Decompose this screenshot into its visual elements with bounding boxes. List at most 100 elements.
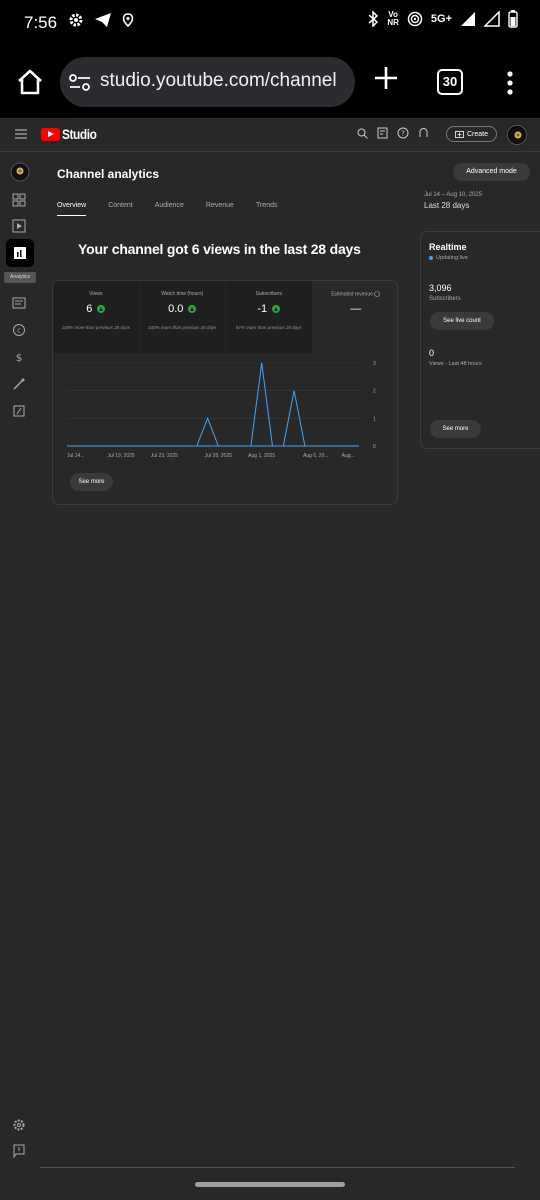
metric-tabs: Views 6 100% more than previous 28 days … (53, 281, 398, 353)
help-icon[interactable]: ? (397, 127, 409, 139)
gesture-nav-bar (0, 1167, 540, 1200)
hamburger-icon[interactable] (15, 128, 27, 140)
info-icon[interactable] (374, 291, 381, 297)
status-time: 7:56 (24, 13, 58, 32)
advanced-mode-button[interactable]: Advanced mode (453, 163, 530, 181)
search-icon[interactable] (357, 128, 368, 139)
status-bar: 7:56 Vo NR 5G+ (0, 0, 540, 46)
metric-estimated-revenue[interactable]: Estimated revenue — (312, 281, 398, 353)
chart-series-line (67, 362, 359, 447)
analytics-label: Analytics (4, 272, 36, 283)
home-gesture-handle[interactable] (195, 1182, 345, 1187)
copyright-icon[interactable]: c (11, 322, 27, 338)
realtime-title: Realtime (429, 242, 467, 252)
svg-text:c: c (17, 327, 21, 335)
chart-y-tick-label: 3 (373, 361, 376, 367)
analytics-icon (14, 247, 26, 259)
volte-indicator: Vo NR (387, 10, 399, 27)
tab-switcher-button[interactable]: 30 (437, 69, 463, 95)
trend-up-icon (97, 305, 106, 313)
tab-revenue[interactable]: Revenue (206, 202, 234, 216)
metric-value: — (350, 303, 362, 315)
metric-value: 0.0 (168, 303, 184, 315)
home-icon[interactable] (14, 66, 46, 98)
chart-y-tick-label: 1 (373, 416, 376, 422)
notifications-icon[interactable] (418, 127, 429, 139)
create-button[interactable]: Create (446, 126, 497, 142)
studio-header: Studio ? Create (0, 118, 540, 152)
chart-x-tick-label: Aug... (342, 453, 355, 459)
analytics-nav-item[interactable] (6, 239, 34, 267)
analytics-main: Channel analytics Advanced mode Jul 14 –… (40, 152, 540, 1170)
content-icon[interactable] (11, 218, 27, 234)
see-live-count-button[interactable]: See live count (430, 312, 494, 330)
metric-title: Estimated revenue (313, 291, 398, 297)
site-settings-icon[interactable] (68, 73, 92, 93)
chart-y-tick-label: 2 (373, 389, 376, 395)
studio-logo[interactable]: Studio (41, 126, 103, 142)
page-title: Channel analytics (57, 167, 160, 181)
create-icon (455, 130, 464, 138)
battery-icon (508, 10, 518, 28)
more-vert-icon[interactable] (500, 70, 520, 96)
realtime-views-label: Views · Last 48 hours (429, 361, 482, 367)
see-more-button[interactable]: See more (70, 473, 113, 491)
chart-x-tick-label: Jul 19, 2025 (107, 453, 134, 459)
network-type: 5G+ (430, 13, 452, 25)
youtube-logo-icon (41, 127, 60, 141)
chart-x-tick-label: Jul 23, 2025 (151, 453, 178, 459)
chart-y-ticks: 3 2 1 0 (373, 361, 376, 450)
new-tab-icon[interactable] (372, 64, 400, 92)
metric-title: Views (89, 291, 103, 297)
avatar[interactable] (507, 125, 527, 145)
studio-sidebar: Analytics c $ (0, 152, 40, 1170)
trend-up-icon (188, 305, 197, 313)
chart-x-tick-label: Aug 1, 2025 (248, 453, 275, 459)
metric-title: Subscribers (255, 291, 282, 297)
url-bar[interactable]: studio.youtube.com/channel (60, 57, 355, 107)
tab-trends[interactable]: Trends (256, 202, 278, 216)
customization-icon[interactable] (11, 376, 27, 392)
create-label: Create (466, 130, 488, 138)
realtime-live-status: Updating live (429, 255, 468, 261)
metric-value: -1 (257, 303, 268, 315)
signal-icon-2 (484, 11, 500, 27)
url-text[interactable]: studio.youtube.com/channel (100, 70, 337, 92)
realtime-see-more-button[interactable]: See more (430, 420, 481, 438)
metric-views[interactable]: Views 6 100% more than previous 28 days (53, 281, 140, 353)
signal-icon (461, 12, 475, 26)
captions-icon[interactable] (377, 127, 388, 139)
metric-watch-time[interactable]: Watch time (hours) 0.0 100% more than pr… (139, 281, 226, 353)
tab-audience[interactable]: Audience (155, 202, 184, 216)
tab-content[interactable]: Content (108, 202, 133, 216)
avatar-image (509, 127, 526, 144)
gear-icon (69, 13, 83, 27)
date-range-label[interactable]: Last 28 days (424, 201, 469, 210)
settings-icon[interactable] (11, 1117, 27, 1133)
metric-subscribers[interactable]: Subscribers -1 67% more than previous 28… (226, 281, 313, 353)
realtime-subscribers-value: 3,096 (429, 283, 452, 293)
comments-icon[interactable] (11, 295, 27, 311)
chart-series (66, 362, 360, 447)
realtime-subscribers-label: Subscribers (429, 296, 461, 302)
chart-x-tick-label: Aug 6, 20... (303, 453, 329, 459)
scrollbar-track[interactable] (40, 1167, 515, 1168)
bluetooth-icon (368, 11, 379, 27)
chart-x-tick-label: Jul 28, 2025 (205, 453, 232, 459)
channel-avatar[interactable] (10, 162, 30, 182)
chart-grid (67, 362, 359, 447)
realtime-views-value: 0 (429, 348, 435, 358)
audio-library-icon[interactable] (11, 403, 27, 419)
metric-note: 100% more than previous 28 days (61, 325, 130, 330)
svg-text:?: ? (401, 130, 405, 138)
summary-headline: Your channel got 6 views in the last 28 … (78, 241, 361, 257)
studio-logo-text: Studio (62, 126, 97, 142)
live-dot-icon (429, 256, 433, 260)
feedback-icon[interactable] (11, 1143, 27, 1159)
overview-card: Views 6 100% more than previous 28 days … (52, 280, 398, 505)
date-range[interactable]: Jul 14 – Aug 10, 2025 (424, 192, 482, 198)
tab-overview[interactable]: Overview (57, 202, 87, 216)
dashboard-icon[interactable] (11, 192, 27, 208)
earn-icon[interactable]: $ (11, 349, 27, 365)
chart-y-tick-label: 0 (373, 444, 376, 450)
